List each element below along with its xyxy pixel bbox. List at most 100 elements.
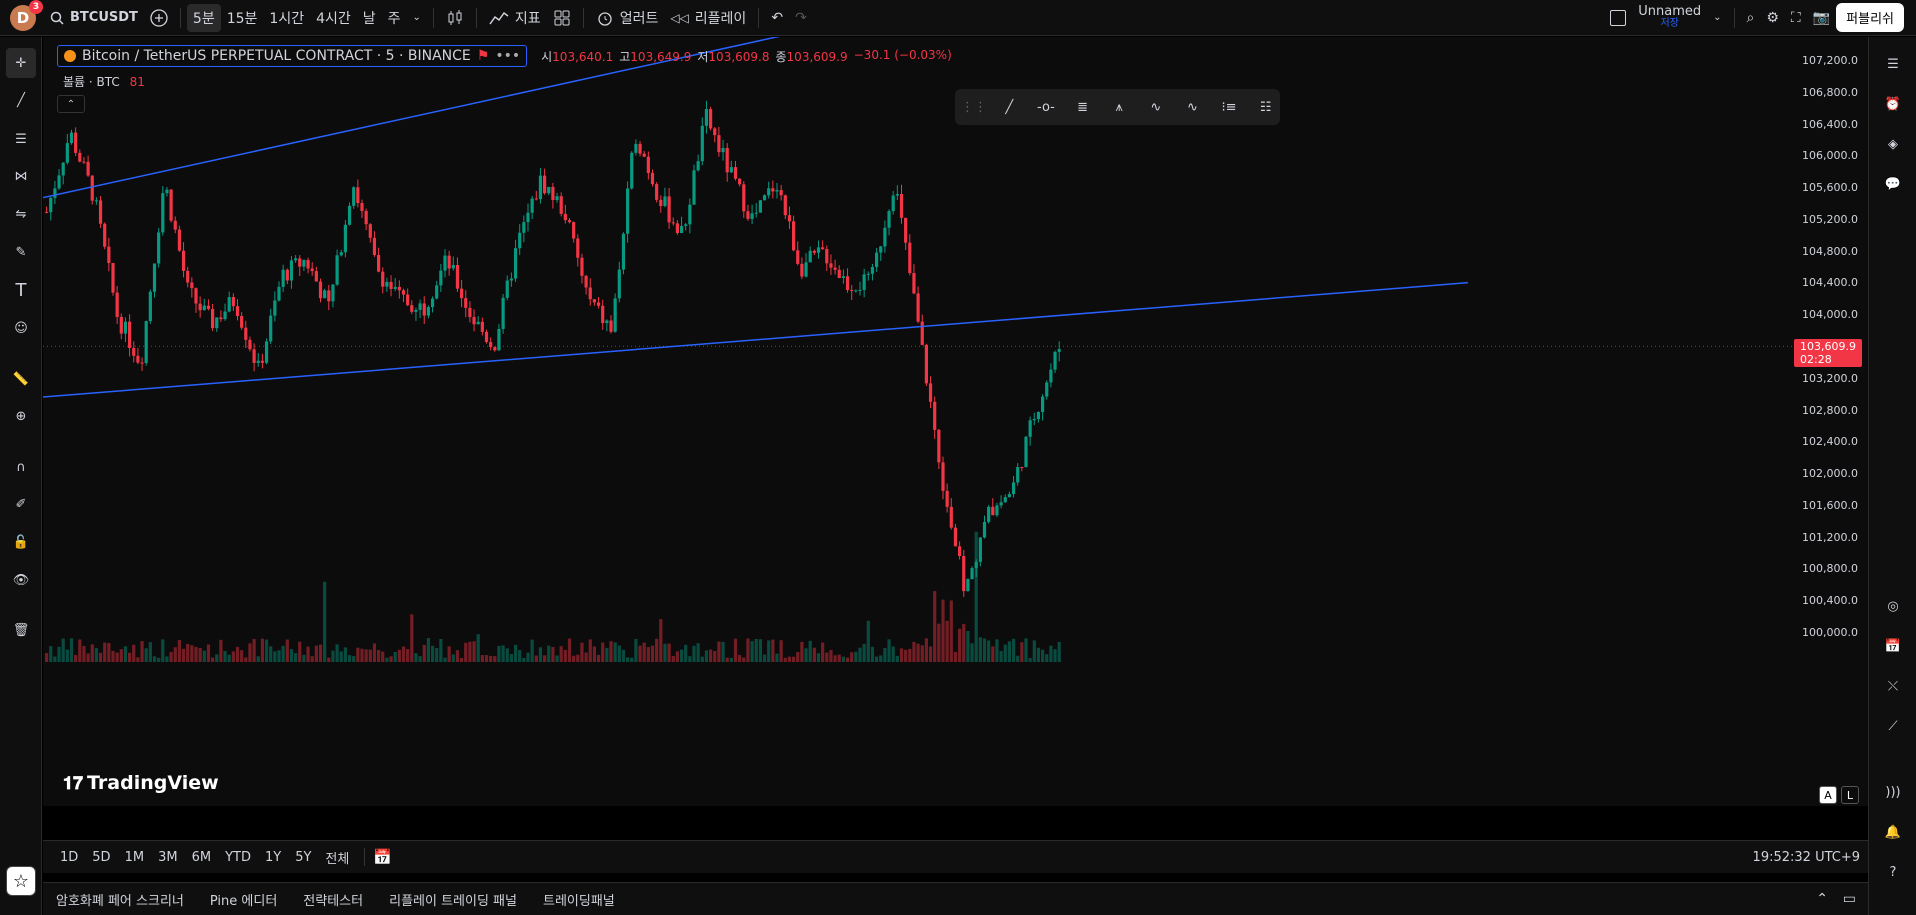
tab-crypto-screener[interactable]: 암호화폐 페어 스크리너 (43, 890, 197, 909)
layout-checkbox[interactable] (1604, 4, 1632, 32)
tab-trading-panel[interactable]: 트레이딩패널 (530, 890, 628, 909)
parallel-channel-button[interactable]: ≣ (1068, 93, 1097, 121)
volume-bar (377, 650, 381, 662)
magnet-tool[interactable]: ∩ (6, 452, 36, 482)
chart-pane[interactable]: Bitcoin / TetherUS PERPETUAL CONTRACT · … (43, 37, 1868, 806)
emoji-tool[interactable]: ☺ (6, 313, 36, 343)
interval-5m[interactable]: 5분 (186, 3, 221, 32)
indicators-button[interactable]: 지표 (483, 4, 547, 32)
pitchfork-button[interactable]: ⩚ (1105, 93, 1134, 121)
range-ytd[interactable]: YTD (218, 850, 258, 865)
candle-body (152, 263, 157, 292)
range-5d[interactable]: 5D (85, 850, 117, 865)
calendar-button[interactable]: 📅 (1878, 631, 1908, 661)
tab-strategy-tester[interactable]: 전략테스터 (290, 890, 376, 909)
collapse-panel-icon[interactable]: ⌃ (1816, 891, 1828, 907)
range-all[interactable]: 전체 (318, 848, 356, 867)
tab-pine-editor[interactable]: Pine 에디터 (197, 890, 290, 909)
range-3m[interactable]: 3M (151, 850, 185, 865)
fullscreen-button[interactable]: ⛶ (1785, 4, 1807, 32)
range-5y[interactable]: 5Y (288, 850, 318, 865)
symbol-search-button[interactable]: BTCUSDT (44, 4, 144, 32)
candle-body (347, 205, 352, 225)
stream-button[interactable]: ))) (1878, 777, 1908, 807)
fib-tool[interactable]: ☰ (6, 124, 36, 154)
layout-name-button[interactable]: Unnamed 저장 (1632, 4, 1707, 32)
line-tool-button[interactable]: ╱ (995, 93, 1024, 121)
interval-4h[interactable]: 4시간 (310, 4, 357, 32)
chart-type-button[interactable] (440, 4, 470, 32)
analysis-button[interactable]: ⟋ (1878, 711, 1908, 741)
price-axis[interactable]: 107,200.0 106,800.0 106,400.0 106,000.0 105,… (1790, 37, 1868, 806)
redo-button[interactable]: ↷ (789, 4, 813, 32)
horizontal-ray-button[interactable]: -o- (1032, 93, 1061, 121)
forecast-tool[interactable]: ⇋ (6, 199, 36, 229)
legend-collapse-button[interactable]: ⌃ (57, 95, 85, 113)
lock-tool[interactable]: 🔓 (6, 527, 36, 557)
layers-button[interactable]: ◈ (1878, 129, 1908, 159)
range-1m[interactable]: 1M (118, 850, 152, 865)
user-avatar[interactable]: D 3 (10, 0, 43, 31)
pitchfork-icon: ⩚ (1115, 99, 1123, 115)
elliott-wave-button[interactable]: ∿ (1142, 93, 1171, 121)
interval-15m[interactable]: 15분 (221, 4, 264, 32)
brush-tool[interactable]: ✎ (6, 237, 36, 267)
crosshair-tool[interactable]: ✛ (6, 48, 36, 78)
range-1y[interactable]: 1Y (258, 850, 288, 865)
ruler-tool[interactable]: 📏 (6, 364, 36, 394)
candle-body (547, 186, 551, 194)
range-1d[interactable]: 1D (53, 850, 85, 865)
candle-body (115, 292, 119, 317)
help-button[interactable]: ? (1878, 857, 1908, 887)
auto-scale-button[interactable]: A (1819, 786, 1837, 804)
candle-body (754, 212, 758, 214)
publish-button[interactable]: 퍼블리쉬 (1836, 3, 1904, 32)
watchlist-button[interactable]: ☰ (1878, 49, 1908, 79)
zoom-tool[interactable]: ⊕ (6, 401, 36, 431)
alerts-panel-button[interactable]: ⏰ (1878, 89, 1908, 119)
volume-bar (1011, 638, 1016, 662)
fib-settings-button[interactable]: ☷ (1251, 93, 1280, 121)
notifications-button[interactable]: 🔔 (1878, 817, 1908, 847)
replay-button[interactable]: ◁◁ 리플레이 (664, 4, 752, 32)
settings-button[interactable]: ⚙ (1760, 4, 1785, 32)
interval-day[interactable]: 날 (357, 4, 382, 32)
chat-button[interactable]: 💬 (1878, 169, 1908, 199)
maximize-panel-icon[interactable]: ▭ (1843, 891, 1856, 907)
range-6m[interactable]: 6M (185, 850, 219, 865)
interval-dropdown[interactable]: ⌄ (407, 4, 427, 32)
pattern-tool[interactable]: ⋈ (6, 161, 36, 191)
remove-drawings-tool[interactable]: 🗑 (6, 615, 36, 645)
pattern-panel-button[interactable]: ⤬ (1878, 671, 1908, 701)
alerts-button[interactable]: 얼러트 (590, 4, 665, 32)
tab-replay-trading[interactable]: 리플레이 트레이딩 패널 (376, 890, 530, 909)
candle-body (543, 175, 547, 194)
templates-button[interactable] (547, 4, 577, 32)
flag-icon[interactable]: ⚑ (477, 48, 490, 64)
target-button[interactable]: ◎ (1878, 591, 1908, 621)
compare-button[interactable] (144, 4, 174, 32)
fib-retracement-button[interactable]: ⁝≡ (1215, 93, 1244, 121)
text-tool[interactable]: T (6, 275, 36, 305)
goto-date-icon[interactable]: 📅 (373, 848, 392, 866)
interval-1h[interactable]: 1시간 (263, 4, 310, 32)
snapshot-button[interactable]: 📷 (1807, 4, 1836, 32)
quick-search-button[interactable]: ⌕ (1741, 4, 1761, 32)
interval-week[interactable]: 주 (382, 4, 407, 32)
hide-tool[interactable]: 👁 (6, 565, 36, 595)
abc-pattern-button[interactable]: ∿ (1178, 93, 1207, 121)
log-scale-button[interactable]: L (1841, 786, 1859, 804)
layout-dropdown[interactable]: ⌄ (1707, 4, 1727, 32)
volume-bar (879, 655, 883, 662)
symbol-title-box[interactable]: Bitcoin / TetherUS PERPETUAL CONTRACT · … (57, 45, 528, 67)
trendline-tool[interactable]: ╱ (6, 85, 36, 115)
chart-canvas[interactable] (43, 37, 1868, 806)
more-icon[interactable]: ••• (495, 48, 520, 64)
favorites-button[interactable]: ☆ (6, 866, 36, 896)
volume-bar (679, 649, 684, 662)
clock-timezone[interactable]: 19:52:32 UTC+9 (1753, 850, 1860, 865)
undo-button[interactable]: ↶ (765, 4, 789, 32)
candle-body (924, 344, 928, 384)
drag-handle-icon[interactable]: ⋮⋮ (961, 100, 987, 115)
stay-drawing-tool[interactable]: ✐ (6, 489, 36, 519)
